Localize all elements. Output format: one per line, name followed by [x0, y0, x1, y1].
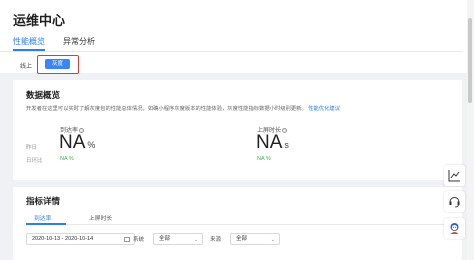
tab-anomaly-analysis[interactable]: 异常分析	[63, 36, 95, 47]
source-select[interactable]: 全部 ⌄	[230, 233, 280, 245]
render-time-ratio: NA %	[257, 156, 271, 162]
feedback-button[interactable]	[444, 191, 465, 212]
yesterday-label: 昨日	[26, 145, 38, 151]
page-title: 运维中心	[13, 13, 66, 28]
calendar-icon	[124, 237, 130, 242]
system-filter-label: 系统	[133, 237, 145, 243]
arrival-rate-number: NA	[59, 132, 86, 153]
date-range-picker[interactable]: 2020-10-13 - 2020-10-14	[26, 233, 135, 245]
metric-details-card: 指标详情 到达率 上屏时长 2020-10-13 - 2020-10-14 系统…	[13, 187, 462, 260]
subtab-render-time[interactable]: 上屏时长	[89, 213, 112, 222]
render-time-unit: s	[284, 140, 289, 150]
source-filter-label: 来源	[210, 237, 222, 243]
arrival-rate-unit: %	[87, 140, 96, 150]
trend-chart-button[interactable]	[444, 165, 465, 186]
arrival-rate-value: NA%	[59, 132, 95, 154]
details-title: 指标详情	[26, 196, 61, 206]
date-range-value: 2020-10-13 - 2020-10-14	[32, 236, 94, 242]
overview-title: 数据概览	[26, 90, 61, 100]
scrollbar-thumb[interactable]	[468, 18, 472, 103]
chevron-down-icon: ⌄	[193, 237, 198, 243]
chevron-down-icon: ⌄	[270, 237, 275, 243]
trend-chart-icon	[448, 170, 460, 182]
env-online-option[interactable]: 线上	[20, 61, 32, 70]
feedback-icon	[449, 197, 460, 208]
subtab-divider	[26, 224, 462, 225]
tab-performance-overview[interactable]: 性能概览	[13, 36, 45, 47]
source-select-value: 全部	[236, 236, 248, 242]
system-select-value: 全部	[159, 236, 171, 242]
data-overview-card: 数据概览 开发者在这里可以实时了解灰度包的性能总体情况，如确小程序灰度版本的性能…	[13, 80, 462, 180]
render-time-number: NA	[256, 132, 283, 153]
tab-divider	[0, 51, 462, 52]
assistant-avatar-icon	[450, 223, 459, 234]
optimization-link[interactable]: 性能优化建议	[308, 106, 340, 112]
day-ratio-label: 日环比	[26, 158, 43, 164]
overview-description: 开发者在这里可以实时了解灰度包的性能总体情况，如确小程序灰度版本的性能体验，灰度…	[26, 104, 340, 112]
assistant-button[interactable]	[444, 218, 465, 239]
description-text: 开发者在这里可以实时了解灰度包的性能总体情况，如确小程序灰度版本的性能体验，灰度…	[26, 106, 307, 112]
active-subtab-indicator	[26, 223, 66, 225]
render-time-value: NA s	[256, 132, 289, 154]
env-gray-button[interactable]: 灰度	[45, 59, 70, 69]
page-scrollbar[interactable]	[467, 0, 474, 260]
arrival-rate-ratio: NA %	[60, 156, 74, 162]
subtab-arrival-rate[interactable]: 到达率	[34, 213, 51, 222]
system-select[interactable]: 全部 ⌄	[153, 233, 203, 245]
